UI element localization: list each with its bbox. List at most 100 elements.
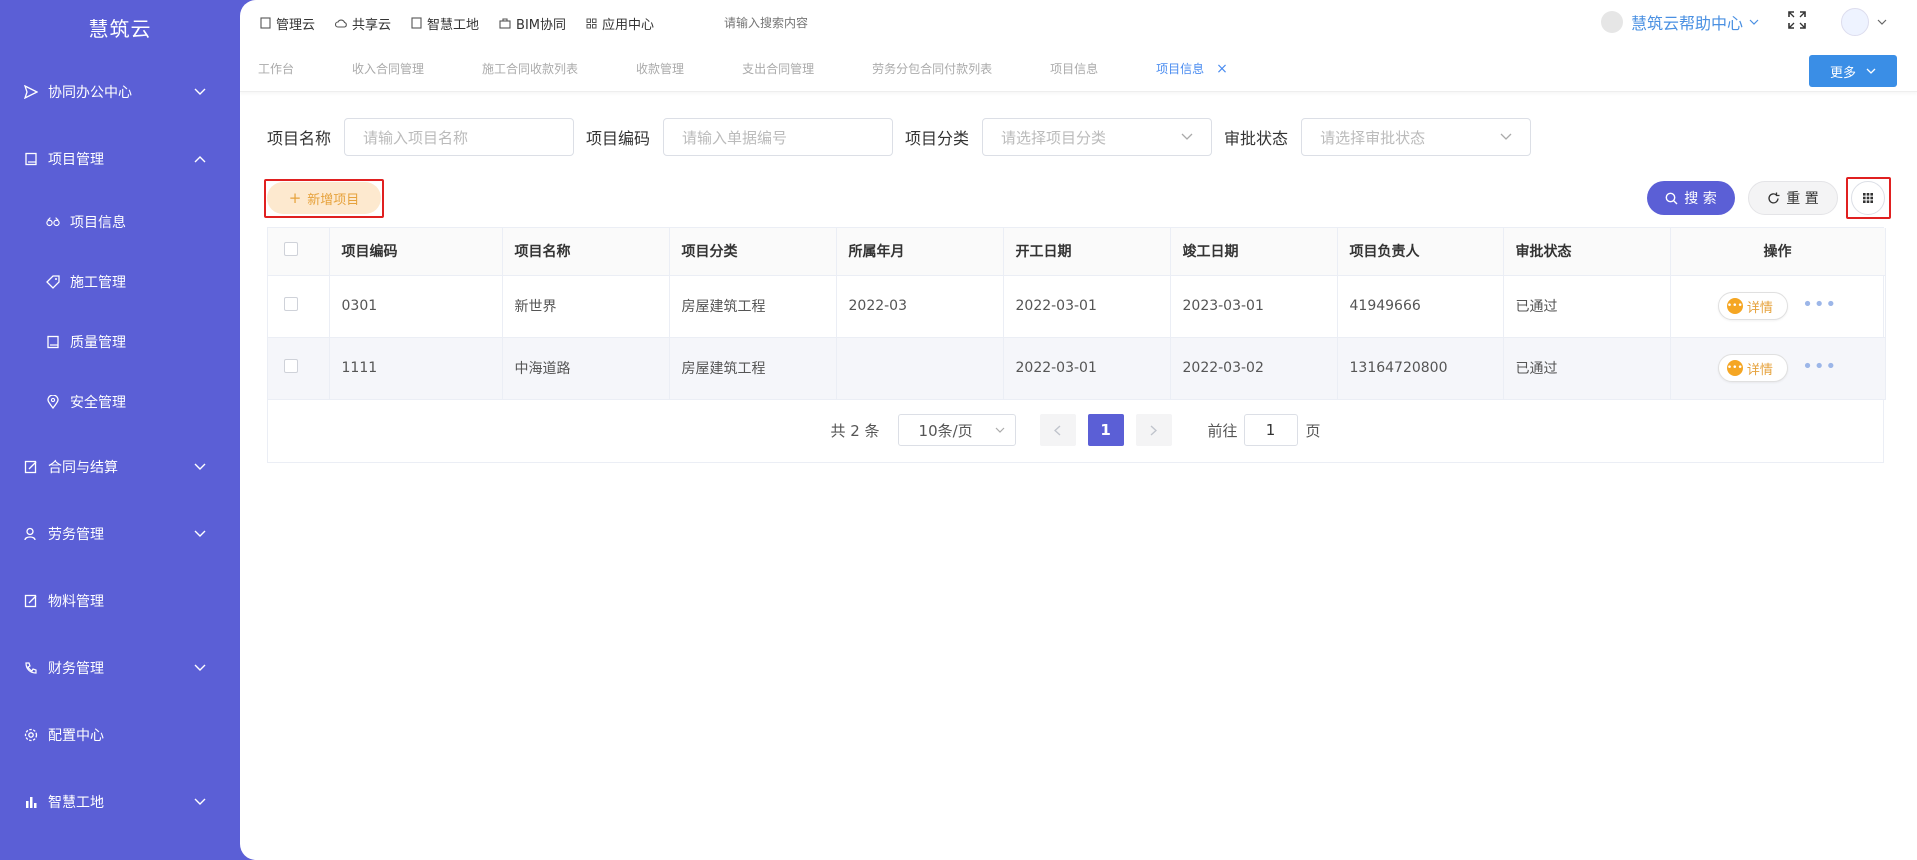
sidebar-item-contracts[interactable]: 合同与结算 [0,447,240,487]
reset-button[interactable]: 重 置 [1748,181,1838,215]
select-all-cell [268,228,330,276]
table-cell: 房屋建筑工程 [669,337,837,400]
chevron-down-icon [194,794,206,810]
tab-construction-receipts[interactable]: 施工合同收款列表 [482,60,578,77]
table-cell: 房屋建筑工程 [669,275,837,338]
sidebar-item-materials[interactable]: 物料管理 [0,581,240,621]
nav-bim[interactable]: BIM协同 [499,14,566,33]
plus-icon: + [288,189,302,207]
prev-page-button[interactable] [1039,414,1076,446]
global-search-input[interactable] [724,16,885,30]
page-size-value: 10条/页 [918,421,973,440]
location-icon [46,395,60,409]
main-panel: 管理云 共享云 智慧工地 BIM协同 应用中心 慧筑云帮助 [240,0,1917,860]
project-code-label: 项目编码 [586,129,651,148]
column-header[interactable]: 审批状态 [1503,228,1671,276]
sidebar-item-label: 安全管理 [70,395,126,411]
book-icon [260,17,271,29]
more-circle-icon: ••• [1726,298,1743,314]
fullscreen-button[interactable] [1787,10,1807,34]
help-center-link[interactable]: 慧筑云帮助中心 [1600,10,1759,34]
column-header[interactable]: 项目编码 [329,228,503,276]
sidebar-item-config-center[interactable]: 配置中心 [0,715,240,755]
sidebar-item-smart-site[interactable]: 智慧工地 [0,782,240,822]
sidebar-item-finance[interactable]: 财务管理 [0,648,240,688]
more-actions-icon[interactable]: ••• [1802,294,1837,315]
column-header[interactable]: 竣工日期 [1170,228,1338,276]
tab-workbench[interactable]: 工作台 [258,60,294,77]
column-header[interactable]: 项目负责人 [1337,228,1504,276]
sidebar-item-label: 项目信息 [70,215,126,231]
table-cell: 13164720800 [1337,337,1504,400]
tab-project-info-active[interactable]: 项目信息 [1156,60,1204,77]
column-header[interactable]: 所属年月 [836,228,1004,276]
more-tabs-button[interactable]: 更多 [1809,55,1897,87]
grid-icon [1863,193,1873,203]
goto-page-input[interactable]: 1 [1243,414,1298,446]
project-table: 项目编码 项目名称 项目分类 所属年月 开工日期 竣工日期 项目负责人 审批状态… [267,227,1886,463]
chevron-down-icon [1866,68,1876,74]
project-code-input[interactable]: 请输入单据编号 [663,118,894,156]
sidebar-item-project-management[interactable]: 项目管理 [0,139,240,179]
row-checkbox-cell [268,275,330,338]
table-cell: 新世界 [502,275,670,338]
avatar[interactable] [1841,8,1869,36]
nav-smart-site[interactable]: 智慧工地 [411,14,479,33]
tab-labor-subcontract-payments[interactable]: 劳务分包合同付款列表 [872,60,992,77]
page-number-current[interactable]: 1 [1087,414,1124,446]
sidebar-item-project-info[interactable]: 项目信息 [0,202,240,242]
page-size-select[interactable]: 10条/页 [897,414,1016,446]
detail-label: 详情 [1746,300,1773,316]
detail-button[interactable]: ••• 详情 [1717,292,1788,320]
filter-form: 项目名称 请输入项目名称 项目编码 请输入单据编号 项目分类 请选择项目分类 审… [267,118,1543,156]
row-actions-cell: ••• 详情 ••• [1670,275,1886,338]
chevron-down-icon [1749,19,1759,25]
tab-expense-contract[interactable]: 支出合同管理 [742,60,814,77]
briefcase-icon [499,17,511,29]
top-nav: 管理云 共享云 智慧工地 BIM协同 应用中心 [260,14,674,33]
detail-button[interactable]: ••• 详情 [1717,354,1788,382]
next-page-button[interactable] [1135,414,1172,446]
project-category-select[interactable]: 请选择项目分类 [982,118,1213,156]
sidebar-item-label: 物料管理 [48,594,104,610]
approval-status-select[interactable]: 请选择审批状态 [1301,118,1532,156]
row-checkbox[interactable] [284,297,298,311]
tab-project-info[interactable]: 项目信息 [1050,60,1098,77]
column-header[interactable]: 项目名称 [502,228,670,276]
nav-app-center[interactable]: 应用中心 [586,14,654,33]
sidebar-item-safety[interactable]: 安全管理 [0,382,240,422]
more-actions-icon[interactable]: ••• [1802,356,1837,377]
goto-prefix: 前往 [1207,421,1238,440]
approval-status-label: 审批状态 [1224,129,1289,148]
tab-income-contract[interactable]: 收入合同管理 [352,60,424,77]
project-name-input[interactable]: 请输入项目名称 [344,118,575,156]
sidebar-item-quality[interactable]: 质量管理 [0,322,240,362]
nav-management-cloud[interactable]: 管理云 [260,14,315,33]
chevron-down-icon[interactable] [1877,19,1887,26]
add-project-button[interactable]: + 新增项目 [267,182,381,214]
table-cell: 中海道路 [502,337,670,400]
table-row[interactable]: 1111 中海道路 房屋建筑工程 2022-03-01 2022-03-02 1… [268,337,1886,400]
close-icon[interactable]: × [1216,61,1228,77]
row-checkbox[interactable] [284,359,298,373]
column-header[interactable]: 开工日期 [1003,228,1171,276]
tab-receipt-management[interactable]: 收款管理 [636,60,684,77]
column-header[interactable]: 项目分类 [669,228,837,276]
project-name-placeholder: 请输入项目名称 [363,128,469,147]
table-cell: 2023-03-01 [1170,275,1338,338]
row-checkbox-cell [268,337,330,400]
search-button[interactable]: 搜 索 [1647,181,1735,215]
column-settings-button[interactable] [1851,181,1885,215]
person-icon [24,527,38,541]
edit-doc-icon [24,594,38,608]
nav-shared-cloud[interactable]: 共享云 [335,14,391,33]
sidebar-item-labor[interactable]: 劳务管理 [0,514,240,554]
detail-label: 详情 [1746,362,1773,378]
sidebar-item-construction[interactable]: 施工管理 [0,262,240,302]
table-cell: 2022-03-01 [1003,275,1171,338]
more-circle-icon: ••• [1726,360,1743,376]
table-row[interactable]: 0301 新世界 房屋建筑工程 2022-03 2022-03-01 2023-… [268,275,1886,338]
reset-label: 重 置 [1786,191,1819,207]
select-all-checkbox[interactable] [284,242,298,257]
sidebar-item-collab-office[interactable]: 协同办公中心 [0,72,240,112]
